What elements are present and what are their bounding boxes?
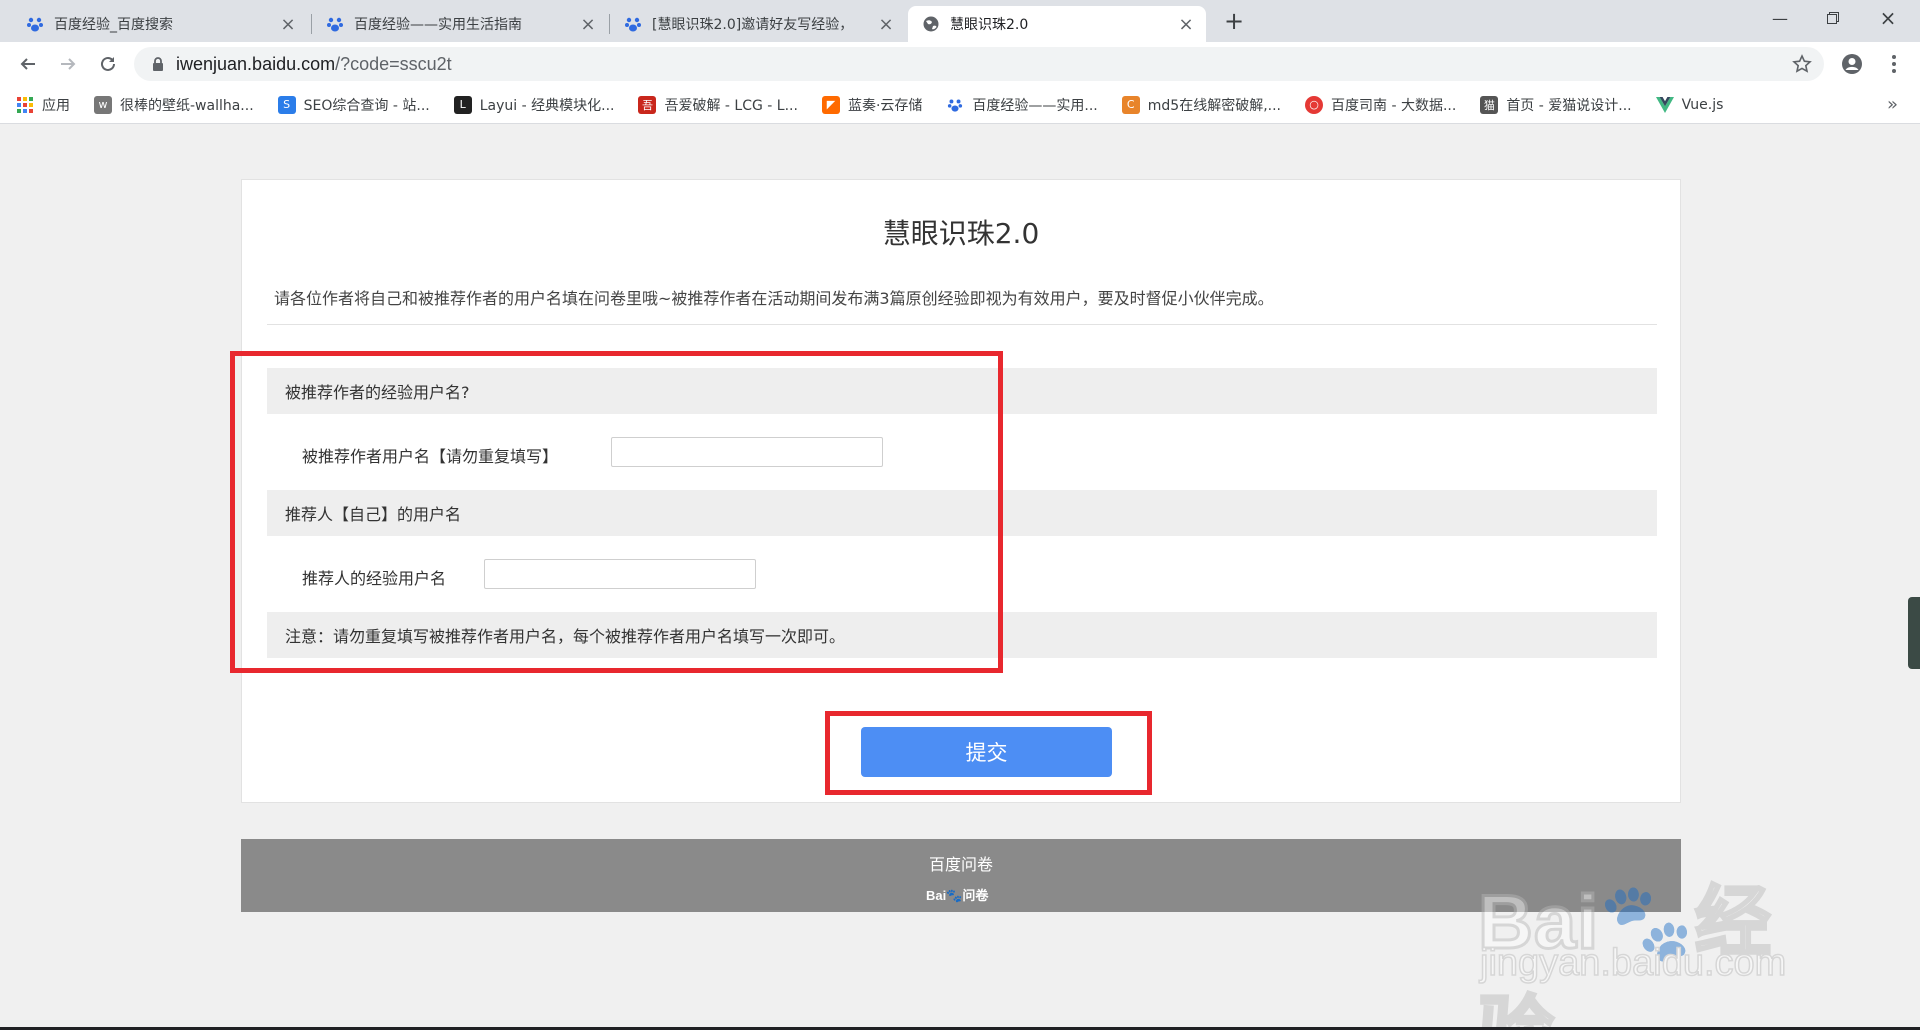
bookmark-label: Layui - 经典模块化... — [479, 97, 615, 114]
tab-survey-active[interactable]: 慧眼识珠2.0 × — [908, 6, 1206, 42]
tab-invite-article[interactable]: [慧眼识珠2.0]邀请好友写经验， × — [610, 6, 906, 42]
bookmark-label: 百度司南 - 大数据... — [1331, 97, 1457, 114]
baidu-wenjuan-logo: Bai🐾问卷 — [926, 888, 989, 903]
bookmark-item[interactable]: 猫首页 - 爱猫说设计... — [1480, 95, 1632, 115]
bookmark-item[interactable]: S SEO综合查询 - 站... — [277, 95, 430, 115]
lock-icon — [150, 56, 166, 72]
bookmark-label: Vue.js — [1681, 96, 1724, 113]
bookmark-item[interactable]: 百度经验——实用... — [946, 95, 1098, 115]
bookmark-label: SEO综合查询 - 站... — [303, 97, 430, 114]
profile-avatar-icon[interactable] — [1836, 48, 1868, 80]
restore-icon[interactable] — [1803, 0, 1863, 36]
baidu-sinan-icon: ○ — [1305, 95, 1323, 114]
wallpaper-site-icon: w — [94, 95, 112, 114]
more-menu-icon[interactable] — [1878, 48, 1910, 80]
baidu-paw-icon — [326, 15, 344, 33]
minimize-icon[interactable]: — — [1750, 0, 1810, 36]
cat-site-icon: 猫 — [1480, 95, 1499, 114]
close-icon[interactable]: × — [876, 14, 896, 35]
window-close-icon[interactable]: × — [1858, 0, 1918, 36]
bookmarks-overflow-button[interactable]: » — [1887, 94, 1898, 115]
browser-toolbar: iwenjuan.baidu.com/?code=sscu2t — [0, 42, 1920, 86]
bookmark-apps[interactable]: 应用 — [16, 95, 70, 115]
52pojie-site-icon: 吾 — [638, 95, 657, 114]
address-bar[interactable]: iwenjuan.baidu.com/?code=sscu2t — [134, 47, 1824, 81]
bookmarks-bar: 应用 w 很棒的壁纸-wallha... S SEO综合查询 - 站... L Lay… — [0, 86, 1920, 124]
tab-baidu-search[interactable]: 百度经验_百度搜索 × — [12, 6, 308, 42]
side-extension-widget[interactable] — [1908, 597, 1920, 669]
reload-button[interactable] — [92, 48, 124, 80]
tab-baidu-jingyan[interactable]: 百度经验——实用生活指南 × — [312, 6, 608, 42]
bookmark-item[interactable]: ○ 百度司南 - 大数据... — [1305, 95, 1456, 115]
apps-grid-icon — [16, 96, 34, 114]
lanzou-site-icon: ◤ — [821, 95, 840, 114]
close-icon[interactable]: × — [578, 14, 598, 35]
back-button[interactable] — [12, 48, 44, 80]
bookmark-item[interactable]: Vue.js — [1655, 96, 1724, 114]
md5-site-icon: C — [1121, 95, 1140, 114]
survey-description: 请各位作者将自己和被推荐作者的用户名填在问卷里哦~被推荐作者在活动期间发布满3篇… — [274, 289, 1274, 308]
submit-highlight-box — [825, 711, 1152, 795]
close-icon[interactable]: × — [1176, 14, 1196, 35]
tab-title: 百度经验_百度搜索 — [54, 17, 173, 33]
baidu-jingyan-watermark: Bai🐾经验 jingyan.baidu.com — [1470, 820, 1830, 1030]
form-highlight-box — [230, 351, 1003, 673]
page-footer: 百度问卷 Bai🐾问卷 — [241, 839, 1681, 912]
tab-strip: 百度经验_百度搜索 × 百度经验——实用生活指南 × [慧眼识珠2.0]邀请好友… — [0, 0, 1920, 42]
layui-site-icon: L — [453, 95, 472, 114]
divider — [267, 324, 1657, 325]
bookmark-label: 吾爱破解 - LCG - L... — [664, 97, 798, 114]
seo-site-icon: S — [277, 95, 296, 114]
bookmark-star-icon[interactable] — [1792, 54, 1812, 74]
baidu-paw-icon — [26, 15, 44, 33]
bookmark-label: 首页 - 爱猫说设计... — [1506, 97, 1632, 114]
url-text: iwenjuan.baidu.com/?code=sscu2t — [176, 53, 452, 74]
baidu-paw-icon — [624, 15, 642, 33]
footer-title: 百度问卷 — [928, 855, 993, 874]
bookmark-item[interactable]: L Layui - 经典模块化... — [453, 95, 615, 115]
bookmark-label: 蓝奏·云存储 — [847, 97, 923, 114]
tab-title: 慧眼识珠2.0 — [950, 17, 1029, 33]
new-tab-button[interactable]: + — [1219, 6, 1249, 36]
bookmark-label: 很棒的壁纸-wallha... — [120, 97, 254, 114]
bookmark-item[interactable]: 吾吾爱破解 - LCG - L... — [638, 95, 798, 115]
forward-button[interactable] — [52, 48, 84, 80]
bookmark-label: md5在线解密破解,... — [1147, 97, 1281, 114]
vue-logo-icon — [1655, 96, 1674, 114]
tab-title: [慧眼识珠2.0]邀请好友写经验， — [652, 17, 854, 33]
bookmark-item[interactable]: w 很棒的壁纸-wallha... — [94, 95, 254, 115]
tab-title: 百度经验——实用生活指南 — [354, 17, 522, 33]
bookmark-label: 百度经验——实用... — [972, 97, 1098, 114]
watermark-url-text: jingyan.baidu.com — [1479, 941, 1787, 985]
globe-icon — [922, 15, 940, 33]
close-icon[interactable]: × — [278, 14, 298, 35]
survey-title: 慧眼识珠2.0 — [882, 217, 1040, 250]
bookmark-label: 应用 — [42, 97, 70, 114]
bookmark-item[interactable]: Cmd5在线解密破解,... — [1121, 95, 1281, 115]
bookmark-item[interactable]: ◤ 蓝奏·云存储 — [821, 95, 923, 115]
baidu-paw-icon — [946, 96, 964, 114]
